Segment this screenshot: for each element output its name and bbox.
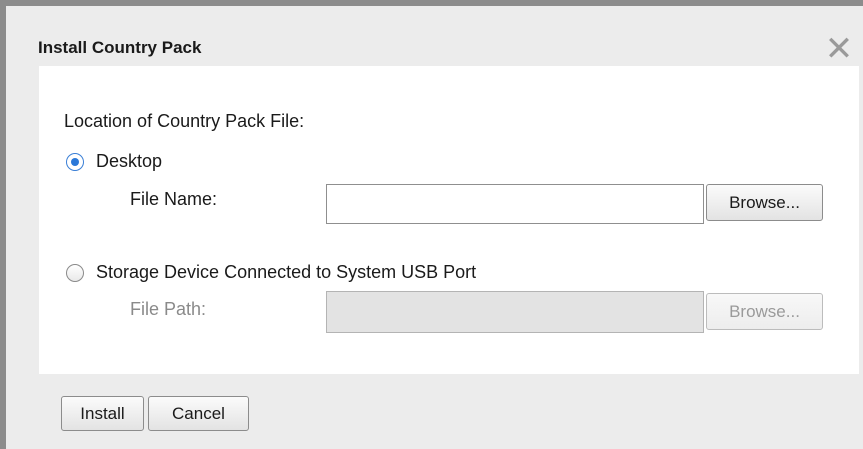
install-country-pack-dialog: Install Country Pack ✕ Location of Count… bbox=[0, 0, 863, 449]
dialog-titlebar: Install Country Pack ✕ bbox=[6, 6, 863, 67]
usb-radio-button[interactable] bbox=[66, 263, 84, 282]
file-name-label: File Name: bbox=[130, 189, 218, 209]
cancel-button[interactable]: Cancel bbox=[148, 396, 249, 431]
file-path-label: File Path: bbox=[130, 299, 207, 319]
file-name-input[interactable] bbox=[326, 184, 704, 224]
radio-selected-dot bbox=[71, 157, 79, 166]
close-icon[interactable]: ✕ bbox=[821, 31, 857, 67]
usb-radio-label: Storage Device Connected to System USB P… bbox=[96, 262, 477, 282]
desktop-browse-button[interactable]: Browse... bbox=[706, 184, 823, 221]
file-path-input[interactable] bbox=[326, 291, 704, 333]
usb-browse-button[interactable]: Browse... bbox=[706, 293, 823, 330]
desktop-radio-button[interactable] bbox=[66, 152, 84, 171]
location-heading: Location of Country Pack File: bbox=[64, 111, 305, 131]
desktop-radio-label: Desktop bbox=[96, 151, 163, 171]
install-button[interactable]: Install bbox=[61, 396, 144, 431]
dialog-title: Install Country Pack bbox=[38, 38, 202, 57]
radio-option-usb[interactable]: Storage Device Connected to System USB P… bbox=[66, 262, 476, 283]
radio-option-desktop[interactable]: Desktop bbox=[66, 151, 162, 172]
